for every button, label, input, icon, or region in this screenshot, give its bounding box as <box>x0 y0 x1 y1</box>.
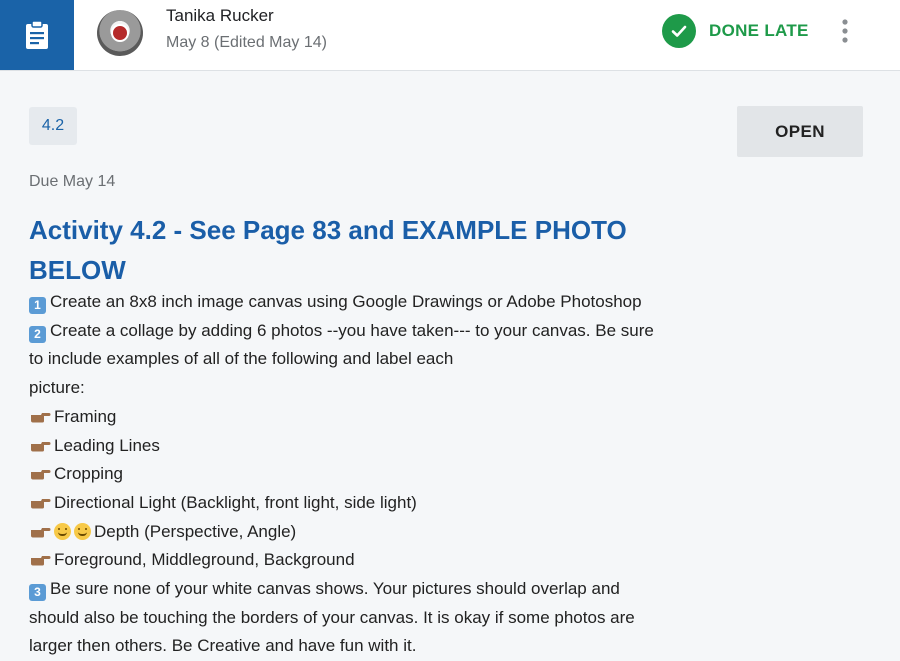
status-badge: DONE LATE <box>662 14 809 48</box>
step-line: 3 Be sure none of your white canvas shows… <box>29 575 719 604</box>
bullet-text: Cropping <box>54 464 123 484</box>
grinning-face-icon <box>54 522 71 540</box>
submission-header: Tanika Rucker May 8 (Edited May 14) DONE… <box>0 0 900 71</box>
assignment-instructions: 1 Create an 8x8 inch image canvas using G… <box>29 288 719 661</box>
author-name: Tanika Rucker <box>166 6 274 25</box>
post-date: May 8 (Edited May 14) <box>166 34 327 51</box>
keycap-number-icon: 3 <box>29 584 46 602</box>
bullet-item: Depth (Perspective, Angle) <box>29 518 719 547</box>
pointing-hand-icon <box>31 527 51 538</box>
step-text: Be sure none of your white canvas shows.… <box>50 579 620 599</box>
keycap-number-icon: 2 <box>29 325 46 343</box>
pointing-hand-icon <box>31 441 51 452</box>
open-button[interactable]: OPEN <box>737 106 863 157</box>
assignment-tile[interactable] <box>0 0 74 70</box>
assignment-clipboard-icon <box>26 20 48 49</box>
step-continuation: larger then others. Be Creative and have… <box>29 636 417 656</box>
step-text: Create a collage by adding 6 photos --yo… <box>50 320 654 340</box>
grinning-face-icon <box>74 522 91 540</box>
more-vert-icon[interactable] <box>830 14 860 48</box>
bullet-text: Directional Light (Backlight, front ligh… <box>54 492 417 512</box>
status-label: DONE LATE <box>709 21 809 40</box>
pointing-hand-icon <box>31 556 51 566</box>
pointing-hand-icon <box>31 498 51 509</box>
bullet-text: Foreground, Middleground, Background <box>54 550 355 570</box>
assignment-title: Activity 4.2 - See Page 83 and EXAMPLE P… <box>29 215 627 285</box>
keycap-number-icon: 1 <box>29 297 46 314</box>
bullet-text: Leading Lines <box>54 435 160 455</box>
pointing-hand-icon <box>31 412 51 423</box>
avatar[interactable] <box>97 10 143 56</box>
topic-tag[interactable]: 4.2 <box>29 107 77 145</box>
bullet-item: Cropping <box>29 460 719 489</box>
step-text: Create an 8x8 inch image canvas using Go… <box>50 292 642 311</box>
pointing-hand-icon <box>31 470 51 480</box>
check-circle-icon <box>662 14 696 48</box>
due-date: Due May 14 <box>29 173 116 190</box>
step-line: 1 Create an 8x8 inch image canvas using G… <box>29 288 719 317</box>
step-continuation: should also be touching the borders of y… <box>29 607 635 627</box>
bullet-item: Framing <box>29 403 719 432</box>
avatar-logo <box>111 24 129 42</box>
bullet-text: Depth (Perspective, Angle) <box>94 521 297 541</box>
step-continuation: picture: <box>29 378 85 398</box>
bullet-item: Directional Light (Backlight, front ligh… <box>29 489 719 518</box>
bullet-text: Framing <box>54 406 117 426</box>
bullet-item: Leading Lines <box>29 432 719 461</box>
step-continuation: to include examples of all of the follow… <box>29 349 454 369</box>
bullet-item: Foreground, Middleground, Background <box>29 546 719 575</box>
step-line: 2 Create a collage by adding 6 photos --y… <box>29 317 719 346</box>
